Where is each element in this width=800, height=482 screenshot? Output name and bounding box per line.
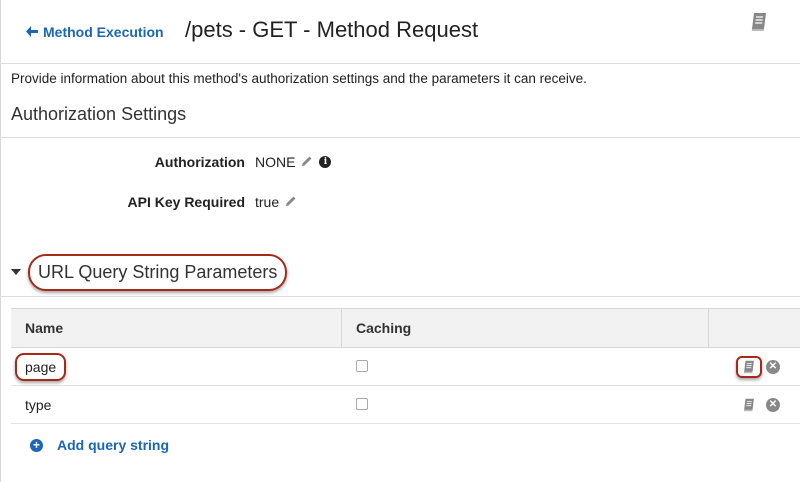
actions-cell: ✕ bbox=[708, 347, 800, 386]
table-row: type ✕ bbox=[11, 385, 800, 424]
remove-icon[interactable]: ✕ bbox=[766, 397, 780, 412]
caching-cell bbox=[341, 385, 709, 424]
page-title: /pets - GET - Method Request bbox=[185, 17, 479, 42]
query-params-table: Name Caching page ✕ type ✕ bbox=[11, 308, 800, 424]
plus-circle-icon: + bbox=[30, 438, 43, 452]
api-key-required-value: true bbox=[255, 194, 280, 210]
collapse-triangle-icon[interactable] bbox=[11, 269, 21, 275]
column-header-actions bbox=[708, 308, 800, 348]
param-name[interactable]: type bbox=[25, 397, 51, 413]
param-name[interactable]: page bbox=[15, 352, 67, 381]
info-icon[interactable]: i bbox=[319, 156, 332, 168]
param-name-cell[interactable]: type bbox=[11, 385, 342, 424]
section-divider bbox=[0, 137, 800, 138]
back-link-label: Method Execution bbox=[43, 24, 164, 40]
column-header-caching: Caching bbox=[341, 308, 709, 348]
add-query-string-button[interactable]: + Add query string bbox=[30, 437, 169, 453]
pencil-icon[interactable] bbox=[301, 154, 313, 170]
authorization-value-group: NONE i bbox=[255, 154, 332, 170]
left-border bbox=[0, 0, 1, 482]
method-execution-back-link[interactable]: Method Execution bbox=[26, 24, 164, 40]
header-divider bbox=[0, 63, 800, 64]
add-query-string-label: Add query string bbox=[57, 437, 170, 453]
authorization-settings-heading: Authorization Settings bbox=[11, 104, 187, 124]
authorization-value: NONE bbox=[255, 154, 296, 170]
section-divider bbox=[0, 296, 800, 297]
caching-cell bbox=[341, 347, 709, 386]
pencil-icon[interactable] bbox=[285, 194, 297, 210]
book-icon[interactable] bbox=[750, 12, 768, 37]
api-key-required-label: API Key Required bbox=[127, 194, 245, 210]
caching-checkbox[interactable] bbox=[355, 359, 368, 372]
param-name-cell[interactable]: page bbox=[11, 347, 342, 386]
book-icon[interactable] bbox=[736, 355, 762, 378]
authorization-label: Authorization bbox=[154, 154, 245, 170]
caching-checkbox[interactable] bbox=[355, 397, 368, 410]
arrow-left-icon bbox=[26, 24, 38, 40]
remove-icon[interactable]: ✕ bbox=[766, 359, 780, 374]
table-header-row: Name Caching bbox=[11, 308, 800, 348]
book-icon[interactable] bbox=[736, 396, 762, 414]
actions-cell: ✕ bbox=[708, 385, 800, 424]
column-header-name: Name bbox=[11, 308, 342, 348]
api-key-value-group: true bbox=[255, 194, 297, 210]
page-description: Provide information about this method's … bbox=[11, 71, 587, 86]
url-query-string-parameters-heading[interactable]: URL Query String Parameters bbox=[28, 254, 288, 291]
table-row: page ✕ bbox=[11, 347, 800, 386]
